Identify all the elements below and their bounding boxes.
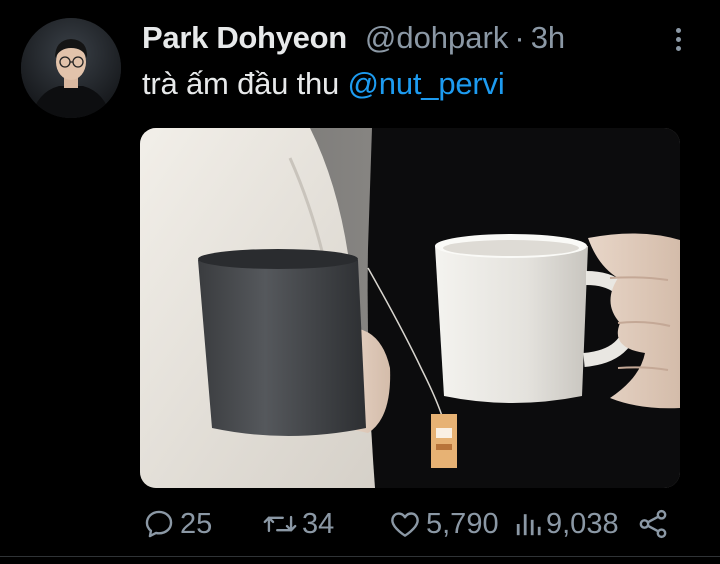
user-handle[interactable]: @dohpark — [365, 20, 509, 56]
tweet-actions: 25 34 5,790 9,038 — [0, 502, 720, 546]
view-count: 9,038 — [546, 507, 619, 540]
tweet-card[interactable]: Park Dohyeon @dohpark · 3h trà ấm đầu th… — [0, 0, 720, 564]
retweet-count: 34 — [302, 507, 335, 540]
tweet-header: Park Dohyeon @dohpark · 3h — [142, 20, 565, 60]
share-button[interactable] — [636, 502, 670, 546]
retweet-button[interactable]: 34 — [262, 502, 334, 546]
reply-icon — [145, 510, 173, 538]
like-count: 5,790 — [426, 507, 499, 540]
more-vertical-icon — [664, 28, 692, 51]
views-button[interactable]: 9,038 — [514, 502, 619, 546]
display-name[interactable]: Park Dohyeon — [142, 20, 347, 56]
more-options-button[interactable] — [664, 24, 692, 56]
tweet-divider — [0, 556, 720, 557]
timestamp[interactable]: 3h — [531, 20, 565, 56]
heart-icon — [391, 512, 419, 537]
separator-dot: · — [514, 20, 525, 55]
retweet-icon — [263, 515, 297, 533]
tweet-body: trà ấm đầu thu — [142, 66, 348, 101]
analytics-icon — [516, 514, 541, 536]
tweet-photo[interactable] — [140, 128, 680, 488]
mention-link[interactable]: @nut_pervi — [348, 66, 505, 101]
avatar[interactable] — [21, 18, 121, 118]
avatar-image — [21, 18, 121, 118]
share-icon — [639, 509, 667, 539]
reply-button[interactable]: 25 — [142, 502, 212, 546]
reply-count: 25 — [180, 507, 213, 540]
photo-two-mugs — [140, 128, 680, 488]
like-button[interactable]: 5,790 — [388, 502, 499, 546]
tweet-text: trà ấm đầu thu @nut_pervi — [142, 66, 505, 102]
